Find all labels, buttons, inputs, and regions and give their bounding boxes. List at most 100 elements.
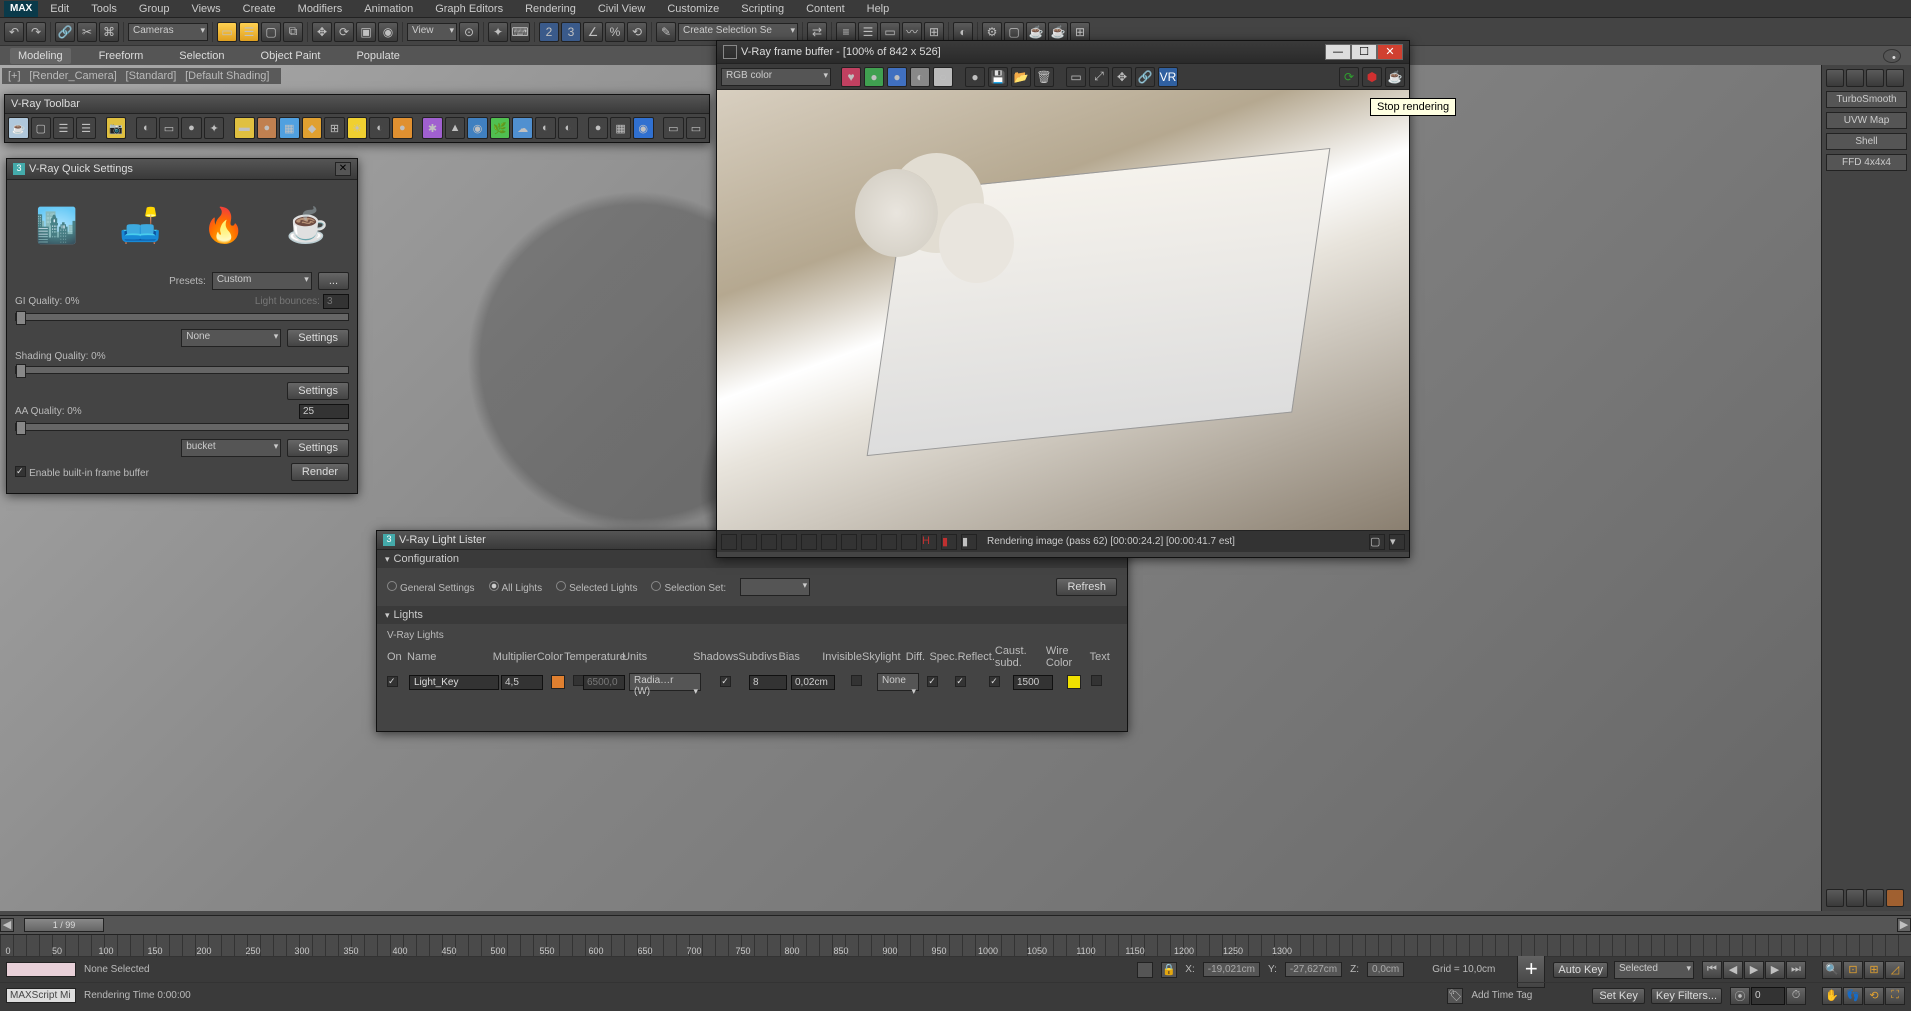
- coord-x-value[interactable]: -19,021cm: [1203, 962, 1260, 977]
- vp-plus[interactable]: [+]: [8, 70, 21, 82]
- anim-next-button[interactable]: ▶: [1765, 961, 1785, 979]
- render-production-button[interactable]: ☕: [1026, 22, 1046, 42]
- preset-vfx-icon[interactable]: 🔥: [194, 196, 254, 256]
- radio-selset[interactable]: [651, 581, 661, 591]
- quick-settings-title[interactable]: 3 V-Ray Quick Settings ✕: [7, 159, 357, 180]
- light-name-input[interactable]: [409, 675, 499, 690]
- anim-end-button[interactable]: ⏭: [1786, 961, 1806, 979]
- vfb-load-icon[interactable]: 📂: [1011, 67, 1031, 87]
- vfb-save-icon[interactable]: 💾: [988, 67, 1008, 87]
- radio-all-lights[interactable]: [489, 581, 499, 591]
- named-sel-dropdown[interactable]: Create Selection Se: [678, 23, 798, 41]
- light-reflect-checkbox[interactable]: [989, 676, 1000, 687]
- light-on-checkbox[interactable]: [387, 676, 398, 687]
- vfb-stop-button[interactable]: ⬢: [1362, 67, 1382, 87]
- viewport-label[interactable]: [+] [Render_Camera] [Standard] [Default …: [2, 68, 281, 84]
- percent-snap-button[interactable]: %: [605, 22, 625, 42]
- aa-settings-button[interactable]: Settings: [287, 439, 349, 457]
- light-shadows-checkbox[interactable]: [720, 676, 731, 687]
- vray-fur-icon[interactable]: ✱: [422, 117, 443, 139]
- align-button[interactable]: ≡: [836, 22, 856, 42]
- vray-vfb-icon[interactable]: ▢: [31, 117, 52, 139]
- radio-selected[interactable]: [556, 581, 566, 591]
- snap-2d-button[interactable]: 2: [539, 22, 559, 42]
- menu-create[interactable]: Create: [233, 1, 286, 17]
- vray-tool-a-icon[interactable]: ▭: [663, 117, 684, 139]
- vfb-maximize-button[interactable]: ☐: [1351, 44, 1377, 60]
- vfb-blue-icon[interactable]: ●: [887, 67, 907, 87]
- nav-orbit-icon[interactable]: ⟲: [1864, 987, 1884, 1005]
- bind-button[interactable]: ⌘: [99, 22, 119, 42]
- light-skylight-dropdown[interactable]: None: [877, 673, 919, 691]
- presets-dropdown[interactable]: Custom: [212, 272, 312, 290]
- light-mult-input[interactable]: [501, 675, 543, 690]
- lock-icon[interactable]: 🔒: [1161, 962, 1177, 978]
- aa-quality-input[interactable]: [299, 404, 349, 419]
- render-setup-button[interactable]: ⚙: [982, 22, 1002, 42]
- vfb-clone-icon[interactable]: ▭: [1066, 67, 1086, 87]
- light-bias-input[interactable]: [791, 675, 835, 690]
- modify-tab-icon[interactable]: [1846, 69, 1864, 87]
- light-caust-input[interactable]: [1013, 675, 1053, 690]
- lights-section-header[interactable]: Lights: [377, 606, 1127, 624]
- vfb-mono-icon[interactable]: ○: [933, 67, 953, 87]
- vp-style[interactable]: [Default Shading]: [185, 70, 269, 82]
- time-handle[interactable]: 1 / 99: [24, 918, 104, 932]
- rendered-frame-button[interactable]: ▢: [1004, 22, 1024, 42]
- anim-play-button[interactable]: ▶: [1744, 961, 1764, 979]
- select-place-button[interactable]: ◉: [378, 22, 398, 42]
- vfb-red-icon[interactable]: ♥: [841, 67, 861, 87]
- ref-coord-dropdown[interactable]: View: [407, 23, 457, 41]
- sampler-dropdown[interactable]: bucket: [181, 439, 281, 457]
- select-scale-button[interactable]: ▣: [356, 22, 376, 42]
- vray-camera-icon[interactable]: 📷: [106, 117, 127, 139]
- nav-walk-icon[interactable]: 👣: [1843, 987, 1863, 1005]
- vray-toolbar-title[interactable]: V-Ray Toolbar: [5, 95, 709, 114]
- presets-browse-button[interactable]: ...: [318, 272, 349, 290]
- vfb-render-last-icon[interactable]: ⟳: [1339, 67, 1359, 87]
- select-object-button[interactable]: ▭: [217, 22, 237, 42]
- vray-sphere-icon[interactable]: ●: [181, 117, 202, 139]
- gi-quality-slider[interactable]: [15, 313, 349, 321]
- gi-dropdown[interactable]: None: [181, 329, 281, 347]
- menu-modifiers[interactable]: Modifiers: [288, 1, 353, 17]
- light-units-dropdown[interactable]: Radia…r (W): [629, 673, 701, 691]
- mirror-button[interactable]: ⇄: [807, 22, 827, 42]
- add-time-tag-label[interactable]: Add Time Tag: [1471, 990, 1532, 1001]
- modifier-uvwmap[interactable]: UVW Map: [1826, 112, 1907, 129]
- quick-settings-close-button[interactable]: ✕: [335, 162, 351, 176]
- shading-settings-button[interactable]: Settings: [287, 382, 349, 400]
- modifier-shell[interactable]: Shell: [1826, 133, 1907, 150]
- vray-id-icon[interactable]: ◉: [633, 117, 654, 139]
- vray-proxy-icon[interactable]: ◆: [302, 117, 323, 139]
- cmd-set-a-icon[interactable]: [1826, 889, 1844, 907]
- vfb-image-area[interactable]: [717, 90, 1409, 530]
- menu-customize[interactable]: Customize: [657, 1, 729, 17]
- menu-animation[interactable]: Animation: [354, 1, 423, 17]
- vfb-close-button[interactable]: ✕: [1377, 44, 1403, 60]
- menu-civil-view[interactable]: Civil View: [588, 1, 655, 17]
- ribbon-modeling[interactable]: Modeling: [10, 48, 71, 64]
- vfb-titlebar[interactable]: V-Ray frame buffer - [100% of 842 x 526]…: [717, 41, 1409, 64]
- vfb-tool-6-icon[interactable]: [821, 534, 837, 550]
- vfb-green-icon[interactable]: ●: [864, 67, 884, 87]
- isolate-icon[interactable]: [1137, 962, 1153, 978]
- light-diff-checkbox[interactable]: [927, 676, 938, 687]
- schematic-button[interactable]: ⊞: [924, 22, 944, 42]
- time-slider[interactable]: ◀ 1 / 99 ▶: [0, 916, 1911, 934]
- ribbon-freeform[interactable]: Freeform: [91, 48, 152, 64]
- coord-y-value[interactable]: -27,627cm: [1285, 962, 1342, 977]
- ribbon-object-paint[interactable]: Object Paint: [253, 48, 329, 64]
- vray-metaball-icon[interactable]: ●: [392, 117, 413, 139]
- nav-zoom-icon[interactable]: 🔍: [1822, 961, 1842, 979]
- anim-frame-input[interactable]: [1751, 987, 1785, 1005]
- ribbon-selection[interactable]: Selection: [171, 48, 232, 64]
- render-button[interactable]: Render: [291, 463, 349, 481]
- gi-settings-button[interactable]: Settings: [287, 329, 349, 347]
- unlink-button[interactable]: ✂: [77, 22, 97, 42]
- vfb-history-toggle-icon[interactable]: ▾: [1389, 534, 1405, 550]
- vfb-region-icon[interactable]: ✥: [1112, 67, 1132, 87]
- vray-instancer-icon[interactable]: ⊞: [324, 117, 345, 139]
- vray-denoiser-icon[interactable]: ◐: [558, 117, 579, 139]
- toggle-ribbon-button[interactable]: ▭: [880, 22, 900, 42]
